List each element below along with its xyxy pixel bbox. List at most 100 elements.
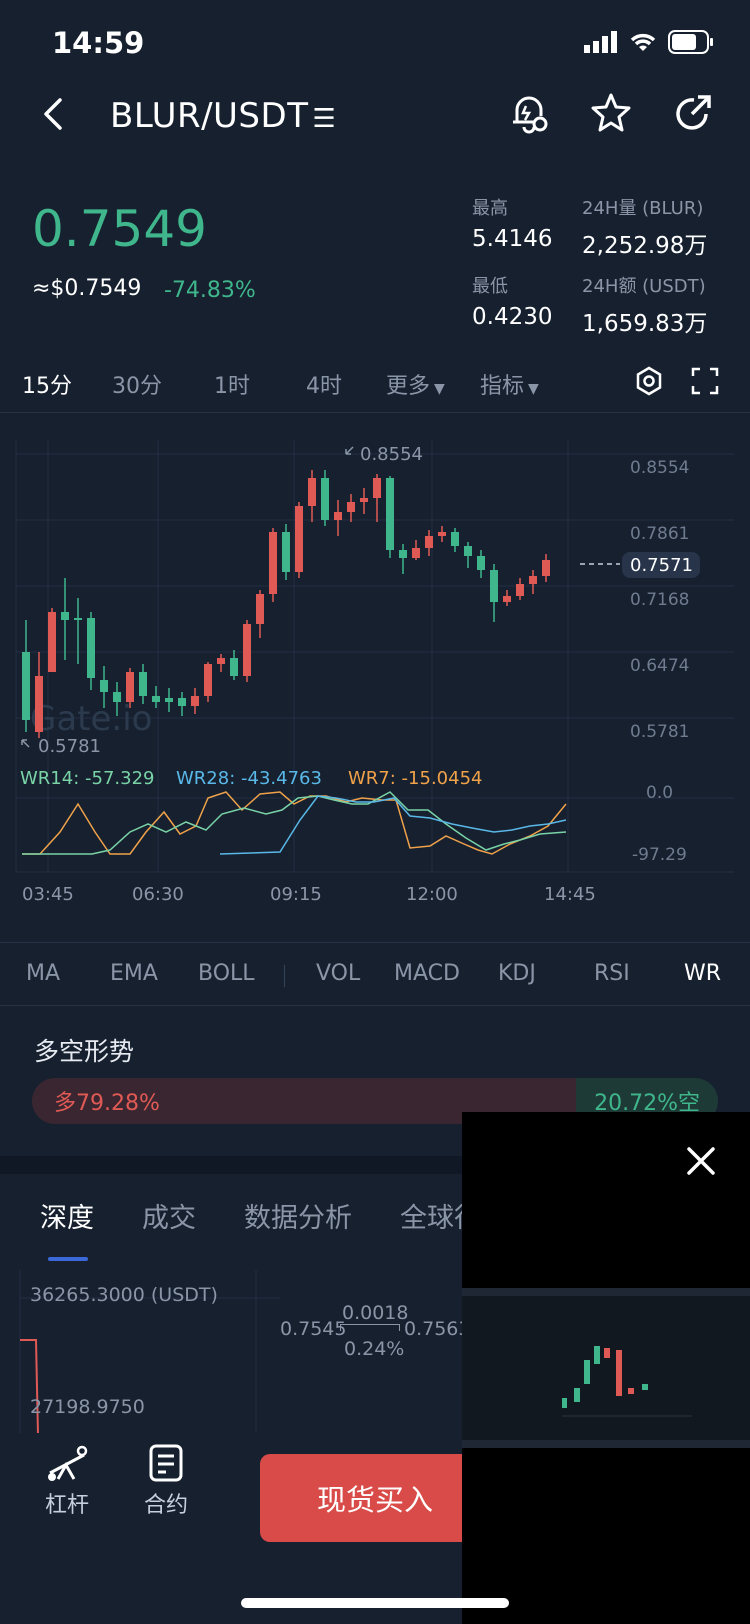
spread-bracket: [340, 1324, 400, 1331]
back-button[interactable]: [40, 96, 68, 136]
ind-vol[interactable]: VOL: [316, 961, 360, 986]
depth-bid-line: [20, 1339, 39, 1435]
candle-body: [269, 532, 277, 594]
candle-body: [74, 618, 82, 620]
contract-label: 合约: [144, 1493, 189, 1518]
candle-body: [542, 560, 550, 576]
candle-body: [139, 672, 147, 696]
last-price: 0.7549: [32, 200, 207, 258]
candle-body: [360, 498, 368, 502]
leverage-button[interactable]: 杠杆: [44, 1443, 90, 1519]
home-indicator: [241, 1598, 509, 1608]
candle-body: [204, 664, 212, 696]
close-icon[interactable]: [686, 1146, 716, 1176]
video-thumbnail: [462, 1288, 750, 1448]
amt-label: 24H额 (USDT): [582, 276, 706, 297]
wr-tick: 0.0: [646, 783, 673, 803]
candle-body: [321, 478, 329, 520]
chart-settings-icon[interactable]: [634, 366, 664, 396]
time-tick: 09:15: [270, 884, 322, 905]
candle-body: [438, 532, 446, 536]
header-actions: [508, 92, 714, 134]
candle-body: [152, 696, 160, 702]
indicator-menu-label: 指标: [480, 374, 525, 399]
ind-rsi[interactable]: RSI: [594, 961, 630, 986]
price-usd: ≈$0.7549: [32, 276, 142, 301]
contract-icon: [149, 1444, 183, 1482]
ind-kdj[interactable]: KDJ: [498, 961, 536, 986]
candle-body: [191, 696, 199, 706]
price-tick: 0.8554: [630, 458, 689, 478]
candle-body: [295, 506, 303, 572]
time-tick: 12:00: [406, 884, 458, 905]
price-alert-icon[interactable]: [508, 92, 550, 134]
tf-15m[interactable]: 15分: [22, 368, 72, 400]
ind-ema[interactable]: EMA: [110, 961, 158, 986]
candle-body: [256, 594, 264, 624]
active-tab-indicator: [48, 1257, 88, 1261]
candle-body: [347, 502, 355, 512]
tab-trades[interactable]: 成交: [142, 1196, 196, 1235]
status-icons: [584, 30, 714, 54]
candle-body: [451, 532, 459, 546]
candlestick-chart[interactable]: Gate.io 0.8554 0.7861 0.7168 0.6474 0.57…: [0, 440, 750, 940]
indicator-divider: [284, 965, 285, 987]
tf-more[interactable]: 更多 ▼: [386, 368, 445, 400]
wr7-label: WR7: -15.0454: [348, 768, 482, 789]
leverage-label: 杠杆: [44, 1493, 89, 1518]
candle-body: [217, 658, 225, 664]
candle-body: [464, 546, 472, 556]
candle-body: [126, 672, 134, 702]
price-tick: 0.6474: [630, 656, 689, 676]
candle-body: [243, 624, 251, 676]
tf-30m[interactable]: 30分: [112, 368, 162, 400]
time-tick: 03:45: [22, 884, 74, 905]
chart-grid: [15, 440, 734, 873]
high-value: 5.4146: [472, 226, 553, 252]
price-axis: 0.8554 0.7861 0.7168 0.6474 0.5781 0.0 -…: [630, 458, 689, 865]
candle-body: [61, 612, 69, 620]
tab-analysis[interactable]: 数据分析: [244, 1196, 352, 1235]
candle-body: [477, 556, 485, 570]
ind-macd[interactable]: MACD: [394, 961, 460, 986]
candle-body: [165, 698, 173, 702]
status-time: 14:59: [52, 26, 145, 60]
leverage-icon: [48, 1445, 88, 1481]
pair-menu-icon: ☰: [312, 104, 337, 134]
pair-selector[interactable]: BLUR/USDT ☰: [110, 96, 336, 136]
amt-value: 1,659.83万: [582, 311, 708, 337]
floating-video-window[interactable]: [462, 1112, 750, 1624]
fullscreen-icon[interactable]: [690, 366, 720, 396]
candle-body: [373, 478, 381, 498]
low-label: 最低: [472, 276, 508, 297]
indicator-menu[interactable]: 指标 ▼: [480, 368, 539, 400]
tf-1h[interactable]: 1时: [214, 368, 250, 400]
candle-body: [282, 532, 290, 572]
candle-body: [100, 680, 108, 692]
current-price-label: 0.7571: [630, 555, 693, 576]
depth-top-value: 36265.3000 (USDT): [30, 1284, 218, 1306]
min-price-label: 0.5781: [38, 736, 101, 757]
ind-boll[interactable]: BOLL: [198, 961, 255, 986]
contract-button[interactable]: 合约: [144, 1443, 188, 1519]
candle-body: [87, 618, 95, 678]
candle-body: [386, 478, 394, 550]
spot-buy-button[interactable]: 现货买入: [260, 1454, 490, 1542]
wr28-line: [219, 795, 567, 855]
back-arrow-icon: [44, 98, 62, 130]
tab-depth[interactable]: 深度: [40, 1196, 94, 1235]
caret-down-icon: ▼: [528, 381, 539, 397]
price-change: -74.83%: [164, 278, 256, 303]
depth-spread-pct: 0.24%: [344, 1338, 405, 1360]
wr14-label: WR14: -57.329: [20, 768, 154, 789]
caret-down-icon: ▼: [434, 381, 445, 397]
share-icon[interactable]: [672, 92, 714, 134]
price-tick: 0.5781: [630, 722, 689, 742]
favorite-star-icon[interactable]: [590, 92, 632, 134]
tf-4h[interactable]: 4时: [306, 368, 342, 400]
candles: [22, 470, 550, 738]
pair-title: BLUR/USDT: [110, 96, 309, 136]
ind-ma[interactable]: MA: [26, 961, 60, 986]
time-axis: 03:45 06:30 09:15 12:00 14:45: [22, 884, 596, 905]
ind-wr[interactable]: WR: [684, 961, 721, 986]
